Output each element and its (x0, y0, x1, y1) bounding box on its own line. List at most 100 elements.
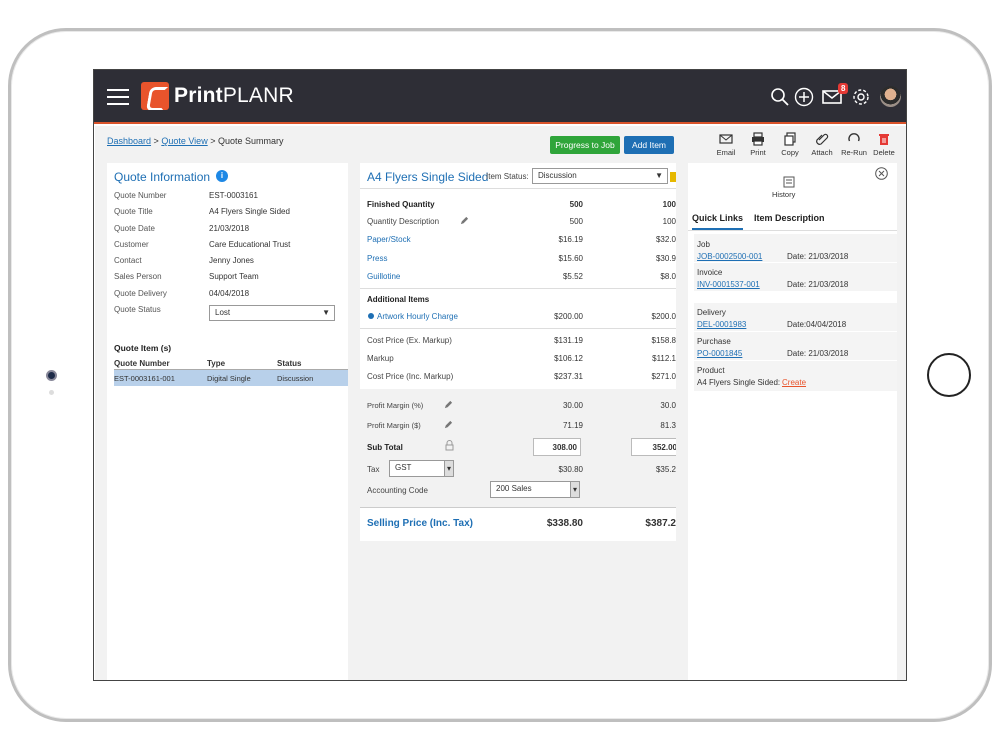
field-label: Sales Person (114, 272, 162, 281)
selling-price-col2: $387.2 (645, 518, 676, 529)
markup-label: Markup (367, 354, 394, 363)
history-icon[interactable] (783, 176, 795, 188)
gear-icon[interactable] (851, 87, 871, 107)
notification-badge: 8 (838, 83, 849, 94)
subtotal-label: Sub Total (367, 443, 403, 452)
quote-item-panel: A4 Flyers Single Sided Item Status: Disc… (360, 163, 676, 541)
tablet-sensor (49, 390, 54, 395)
press-link[interactable]: Press (367, 254, 387, 263)
app-screen: PrintPLANR 8 Dashboard > Quote View > Qu… (93, 69, 907, 681)
email-button[interactable]: Email (708, 132, 744, 157)
paperclip-icon (816, 133, 829, 145)
refresh-icon (848, 133, 860, 142)
create-product-link[interactable]: Create (782, 378, 806, 387)
user-avatar[interactable] (880, 86, 901, 107)
invoice-link[interactable]: INV-0001537-001 (697, 280, 760, 289)
brand-name: PrintPLANR (174, 84, 294, 107)
printer-icon (752, 132, 764, 146)
qty-col2: 100 (662, 200, 676, 209)
purchase-link[interactable]: PO-0001845 (697, 349, 742, 358)
pencil-icon[interactable] (460, 216, 469, 225)
profit-margin-pct-label: Profit Margin (%) (367, 401, 424, 410)
lock-icon[interactable] (445, 440, 454, 451)
tab-quick-links[interactable]: Quick Links (692, 213, 744, 230)
paper-stock-link[interactable]: Paper/Stock (367, 235, 411, 244)
pencil-icon[interactable] (444, 400, 453, 409)
copy-icon (784, 132, 796, 146)
quote-number-value: EST-0003161 (209, 191, 258, 200)
tab-item-description[interactable]: Item Description (754, 213, 825, 223)
delete-button[interactable]: Delete (866, 132, 902, 157)
print-button[interactable]: Print (740, 132, 776, 157)
quick-link-invoice: Invoice INV-0001537-001 Date: 21/03/2018 (694, 263, 897, 291)
quick-link-product: Product A4 Flyers Single Sided: Create (694, 361, 897, 391)
tax-select[interactable]: GST ▾ (389, 460, 454, 477)
breadcrumb-quote-view[interactable]: Quote View (161, 136, 207, 146)
column-header: Type (207, 359, 226, 368)
guillotine-link[interactable]: Guillotine (367, 272, 400, 281)
markup-col2: $112.1 (652, 354, 676, 363)
history-label[interactable]: History (772, 190, 795, 199)
quick-link-delivery: Delivery DEL-0001983 Date:04/04/2018 (694, 303, 897, 331)
customer-value: Care Educational Trust (209, 240, 291, 249)
quote-title-value: A4 Flyers Single Sided (209, 207, 290, 216)
quote-status-select[interactable]: Lost ▼ (209, 305, 335, 321)
profit-margin-amt-label: Profit Margin ($) (367, 421, 421, 430)
qty-desc-label: Quantity Description (367, 217, 440, 226)
quote-information-panel: Quote Information i Quote Number EST-000… (107, 163, 348, 680)
printplanr-logo (141, 82, 169, 110)
add-item-button[interactable]: Add Item (624, 136, 674, 154)
tax-col1: $30.80 (558, 465, 583, 474)
pencil-icon[interactable] (444, 420, 453, 429)
field-label: Quote Number (114, 191, 167, 200)
accounting-code-select[interactable]: 200 Sales ▾ (490, 481, 580, 498)
tax-col2: $35.2 (655, 465, 676, 474)
artwork-col1: $200.00 (554, 312, 583, 321)
cost-col1: $16.19 (558, 235, 583, 244)
field-label: Customer (114, 240, 149, 249)
contact-value: Jenny Jones (209, 256, 254, 265)
attach-button[interactable]: Attach (804, 132, 840, 157)
table-row[interactable]: EST-0003161-001 Digital Single Discussio… (114, 370, 348, 386)
divider (360, 188, 676, 189)
envelope-icon (719, 134, 733, 144)
job-link[interactable]: JOB-0002500-001 (697, 252, 762, 261)
tablet-home-button[interactable] (927, 353, 971, 397)
bullet-icon (368, 313, 374, 319)
search-icon[interactable] (770, 87, 790, 107)
close-icon[interactable] (875, 167, 888, 180)
subtotal-input-col1[interactable]: 308.00 (533, 438, 581, 456)
hamburger-menu-icon[interactable] (107, 89, 129, 105)
cost-col1: $5.52 (562, 272, 583, 281)
qty-col1: 500 (569, 200, 583, 209)
artwork-col2: $200.0 (651, 312, 676, 321)
quick-link-purchase: Purchase PO-0001845 Date: 21/03/2018 (694, 332, 897, 360)
pm-amt-col1: 71.19 (562, 421, 583, 430)
tablet-camera (46, 370, 57, 381)
field-label: Quote Title (114, 207, 153, 216)
pm-pct-col1: 30.00 (562, 401, 583, 410)
progress-to-job-button[interactable]: Progress to Job (550, 136, 620, 154)
breadcrumb-dashboard[interactable]: Dashboard (107, 136, 151, 146)
delivery-link[interactable]: DEL-0001983 (697, 320, 746, 329)
markup-col1: $106.12 (554, 354, 583, 363)
finished-qty-label: Finished Quantity (367, 200, 435, 209)
artwork-charge-link[interactable]: Artwork Hourly Charge (377, 312, 458, 321)
item-status-select[interactable]: Discussion ▼ (532, 168, 668, 184)
copy-button[interactable]: Copy (772, 132, 808, 157)
cost-inc-col1: $237.31 (554, 372, 583, 381)
cost-col2: $8.0 (660, 272, 676, 281)
info-icon[interactable]: i (216, 170, 228, 182)
folder-icon[interactable] (670, 172, 676, 182)
cost-col2: $32.0 (655, 235, 676, 244)
subtotal-input-col2[interactable]: 352.00 (631, 438, 676, 456)
field-label: Quote Date (114, 224, 155, 233)
cost-col2: $30.9 (655, 254, 676, 263)
tax-label: Tax (367, 465, 380, 474)
pm-amt-col2: 81.3 (660, 421, 676, 430)
add-circle-icon[interactable] (794, 87, 814, 107)
cost-inc-markup-label: Cost Price (Inc. Markup) (367, 372, 454, 381)
side-panel: History Quick Links Item Description Job… (688, 163, 897, 680)
sales-person-value: Support Team (209, 272, 259, 281)
accounting-code-label: Accounting Code (367, 486, 428, 495)
